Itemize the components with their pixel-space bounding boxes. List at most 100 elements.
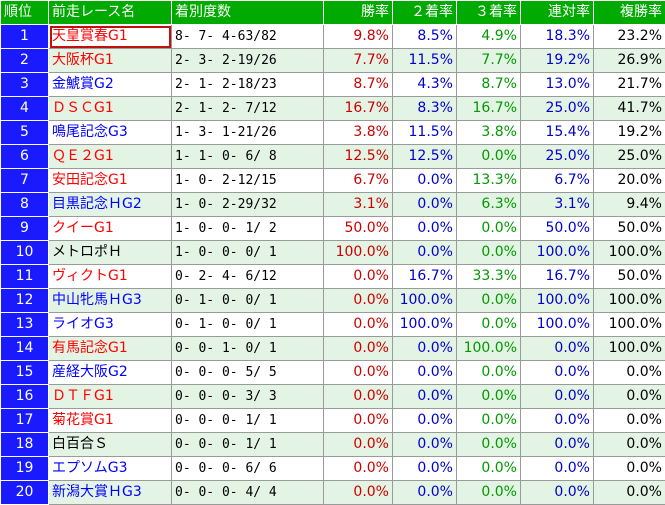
second-rate-cell: 4.3% [393,73,457,97]
fukusho-rate-cell: 26.9% [594,49,665,73]
rank-cell: 14 [1,337,49,361]
second-rate-cell: 12.5% [393,145,457,169]
fukusho-rate-cell: 100.0% [594,241,665,265]
table-row[interactable]: 10メトロポＨ1- 0- 0- 0/ 1100.0%0.0%0.0%100.0%… [1,241,665,265]
table-row[interactable]: 6ＱＥ２G11- 1- 0- 6/ 812.5%12.5%0.0%25.0%25… [1,145,665,169]
table-row[interactable]: 2大阪杯G12- 3- 2-19/267.7%11.5%7.7%19.2%26.… [1,49,665,73]
table-body: 1天皇賞春G18- 7- 4-63/829.8%8.5%4.9%18.3%23.… [1,25,665,505]
race-name-cell[interactable]: ヴィクトG1 [49,265,172,289]
table-row[interactable]: 14有馬記念G10- 0- 1- 0/ 10.0%0.0%100.0%0.0%1… [1,337,665,361]
second-rate-cell: 0.0% [393,193,457,217]
table-row[interactable]: 7安田記念G11- 0- 2-12/156.7%0.0%13.3%6.7%20.… [1,169,665,193]
rentai-rate-cell: 13.0% [521,73,594,97]
table-row[interactable]: 16ＤＴＦG10- 0- 0- 3/ 30.0%0.0%0.0%0.0%0.0% [1,385,665,409]
record-cell: 0- 0- 0- 1/ 1 [172,409,324,433]
header-race[interactable]: 前走レース名 [49,1,172,25]
second-rate-cell: 0.0% [393,361,457,385]
rentai-rate-cell: 0.0% [521,457,594,481]
rank-cell: 9 [1,217,49,241]
race-name-cell[interactable]: 大阪杯G1 [49,49,172,73]
table-row[interactable]: 1天皇賞春G18- 7- 4-63/829.8%8.5%4.9%18.3%23.… [1,25,665,49]
rentai-rate-cell: 0.0% [521,337,594,361]
rentai-rate-cell: 16.7% [521,265,594,289]
record-cell: 1- 1- 0- 6/ 8 [172,145,324,169]
rank-cell: 19 [1,457,49,481]
third-rate-cell: 100.0% [457,337,521,361]
header-third-rate[interactable]: ３着率 [457,1,521,25]
race-name-cell[interactable]: 安田記念G1 [49,169,172,193]
second-rate-cell: 0.0% [393,409,457,433]
table-row[interactable]: 20新潟大賞ＨG30- 0- 0- 4/ 40.0%0.0%0.0%0.0%0.… [1,481,665,505]
race-name-cell[interactable]: ＤＳＣG1 [49,97,172,121]
header-record[interactable]: 着別度数 [172,1,324,25]
fukusho-rate-cell: 41.7% [594,97,665,121]
race-name-cell[interactable]: ＤＴＦG1 [49,385,172,409]
third-rate-cell: 6.3% [457,193,521,217]
record-cell: 1- 0- 0- 0/ 1 [172,241,324,265]
race-name-cell[interactable]: 新潟大賞ＨG3 [49,481,172,505]
table-row[interactable]: 18白百合Ｓ0- 0- 0- 1/ 10.0%0.0%0.0%0.0%0.0% [1,433,665,457]
record-cell: 0- 1- 0- 0/ 1 [172,289,324,313]
race-name-cell[interactable]: 目黒記念ＨG2 [49,193,172,217]
third-rate-cell: 0.0% [457,217,521,241]
third-rate-cell: 33.3% [457,265,521,289]
record-cell: 2- 1- 2-18/23 [172,73,324,97]
race-name-cell[interactable]: 金鯱賞G2 [49,73,172,97]
third-rate-cell: 7.7% [457,49,521,73]
header-rentai-rate[interactable]: 連対率 [521,1,594,25]
header-rank[interactable]: 順位 [1,1,49,25]
fukusho-rate-cell: 0.0% [594,457,665,481]
race-name-cell[interactable]: ライオG3 [49,313,172,337]
table-row[interactable]: 11ヴィクトG10- 2- 4- 6/120.0%16.7%33.3%16.7%… [1,265,665,289]
race-name-cell[interactable]: 有馬記念G1 [49,337,172,361]
table-row[interactable]: 5鳴尾記念G31- 3- 1-21/263.8%11.5%3.8%15.4%19… [1,121,665,145]
record-cell: 1- 0- 0- 1/ 2 [172,217,324,241]
second-rate-cell: 0.0% [393,481,457,505]
rentai-rate-cell: 25.0% [521,97,594,121]
stats-table: 順位 前走レース名 着別度数 勝率 ２着率 ３着率 連対率 複勝率 1天皇賞春G… [0,0,665,505]
race-name-cell[interactable]: エプソムG3 [49,457,172,481]
third-rate-cell: 0.0% [457,457,521,481]
table-row[interactable]: 4ＤＳＣG12- 1- 2- 7/1216.7%8.3%16.7%25.0%41… [1,97,665,121]
second-rate-cell: 8.3% [393,97,457,121]
second-rate-cell: 0.0% [393,385,457,409]
race-name-cell[interactable]: 天皇賞春G1 [49,25,172,49]
race-name-cell[interactable]: メトロポＨ [49,241,172,265]
header-fukusho-rate[interactable]: 複勝率 [594,1,665,25]
race-name-cell[interactable]: クイーG1 [49,217,172,241]
race-name-cell[interactable]: 菊花賞G1 [49,409,172,433]
race-name-cell[interactable]: ＱＥ２G1 [49,145,172,169]
win-rate-cell: 7.7% [324,49,393,73]
header-win-rate[interactable]: 勝率 [324,1,393,25]
second-rate-cell: 8.5% [393,25,457,49]
third-rate-cell: 0.0% [457,385,521,409]
win-rate-cell: 0.0% [324,289,393,313]
table-row[interactable]: 9クイーG11- 0- 0- 1/ 250.0%0.0%0.0%50.0%50.… [1,217,665,241]
race-name-cell[interactable]: 産経大阪G2 [49,361,172,385]
win-rate-cell: 8.7% [324,73,393,97]
rank-cell: 18 [1,433,49,457]
race-name-cell[interactable]: 鳴尾記念G3 [49,121,172,145]
record-cell: 0- 0- 0- 4/ 4 [172,481,324,505]
third-rate-cell: 0.0% [457,409,521,433]
third-rate-cell: 0.0% [457,361,521,385]
race-name-cell[interactable]: 白百合Ｓ [49,433,172,457]
third-rate-cell: 16.7% [457,97,521,121]
rank-cell: 15 [1,361,49,385]
rank-cell: 5 [1,121,49,145]
fukusho-rate-cell: 20.0% [594,169,665,193]
race-name-cell[interactable]: 中山牝馬ＨG3 [49,289,172,313]
table-row[interactable]: 19エプソムG30- 0- 0- 6/ 60.0%0.0%0.0%0.0%0.0… [1,457,665,481]
table-row[interactable]: 15産経大阪G20- 0- 0- 5/ 50.0%0.0%0.0%0.0%0.0… [1,361,665,385]
record-cell: 0- 0- 0- 5/ 5 [172,361,324,385]
table-row[interactable]: 13ライオG30- 1- 0- 0/ 10.0%100.0%0.0%100.0%… [1,313,665,337]
win-rate-cell: 0.0% [324,409,393,433]
header-second-rate[interactable]: ２着率 [393,1,457,25]
table-row[interactable]: 8目黒記念ＨG21- 0- 2-29/323.1%0.0%6.3%3.1%9.4… [1,193,665,217]
rentai-rate-cell: 3.1% [521,193,594,217]
rentai-rate-cell: 19.2% [521,49,594,73]
table-row[interactable]: 12中山牝馬ＨG30- 1- 0- 0/ 10.0%100.0%0.0%100.… [1,289,665,313]
fukusho-rate-cell: 100.0% [594,337,665,361]
table-row[interactable]: 17菊花賞G10- 0- 0- 1/ 10.0%0.0%0.0%0.0%0.0% [1,409,665,433]
table-row[interactable]: 3金鯱賞G22- 1- 2-18/238.7%4.3%8.7%13.0%21.7… [1,73,665,97]
